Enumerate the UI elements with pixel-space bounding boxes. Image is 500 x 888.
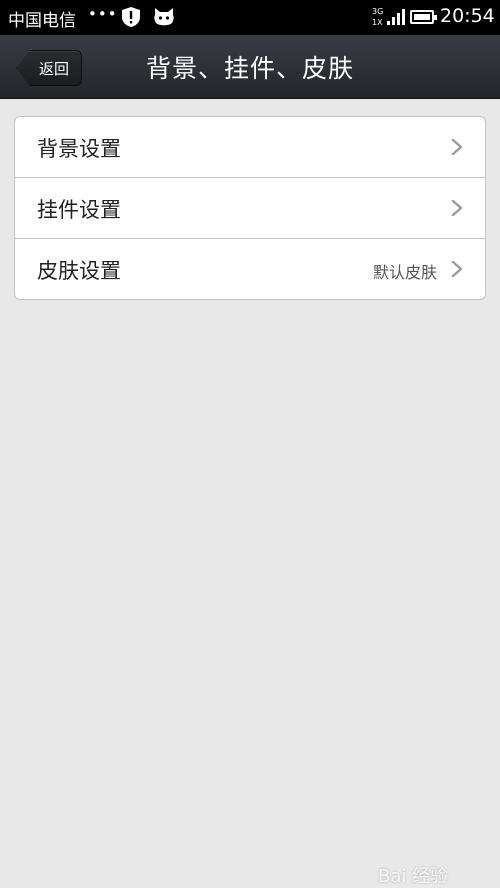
network-type: 3G 1X [372, 7, 384, 27]
settings-item-widget[interactable]: 挂件设置 [15, 178, 485, 239]
cat-icon [154, 8, 174, 26]
settings-item-label: 皮肤设置 [37, 259, 121, 283]
page-title: 背景、挂件、皮肤 [145, 54, 354, 83]
settings-item-value: 默认皮肤 [372, 263, 437, 282]
settings-item-label: 挂件设置 [37, 198, 121, 222]
chevron-right-icon [451, 139, 463, 155]
notification-dots: ••• [88, 5, 118, 23]
title-bar: 返回 背景、挂件、皮肤 [0, 35, 500, 99]
settings-list: 背景设置 挂件设置 皮肤设置 默认皮肤 [14, 116, 486, 300]
carrier-label: 中国电信 [8, 11, 76, 31]
clock: 20:54 [440, 5, 495, 27]
battery-icon [410, 10, 437, 24]
signal-icon [387, 9, 405, 25]
shield-icon [122, 7, 140, 27]
watermark: Bai 经验 [378, 866, 449, 887]
settings-item-label: 背景设置 [37, 137, 121, 161]
content-area: 背景设置 挂件设置 皮肤设置 默认皮肤 [0, 99, 500, 888]
status-bar: 中国电信 ••• 3G 1X 20:54 [0, 0, 500, 35]
chevron-right-icon [451, 261, 463, 277]
chevron-right-icon [451, 200, 463, 216]
settings-item-background[interactable]: 背景设置 [15, 117, 485, 178]
settings-item-skin[interactable]: 皮肤设置 默认皮肤 [15, 239, 485, 299]
